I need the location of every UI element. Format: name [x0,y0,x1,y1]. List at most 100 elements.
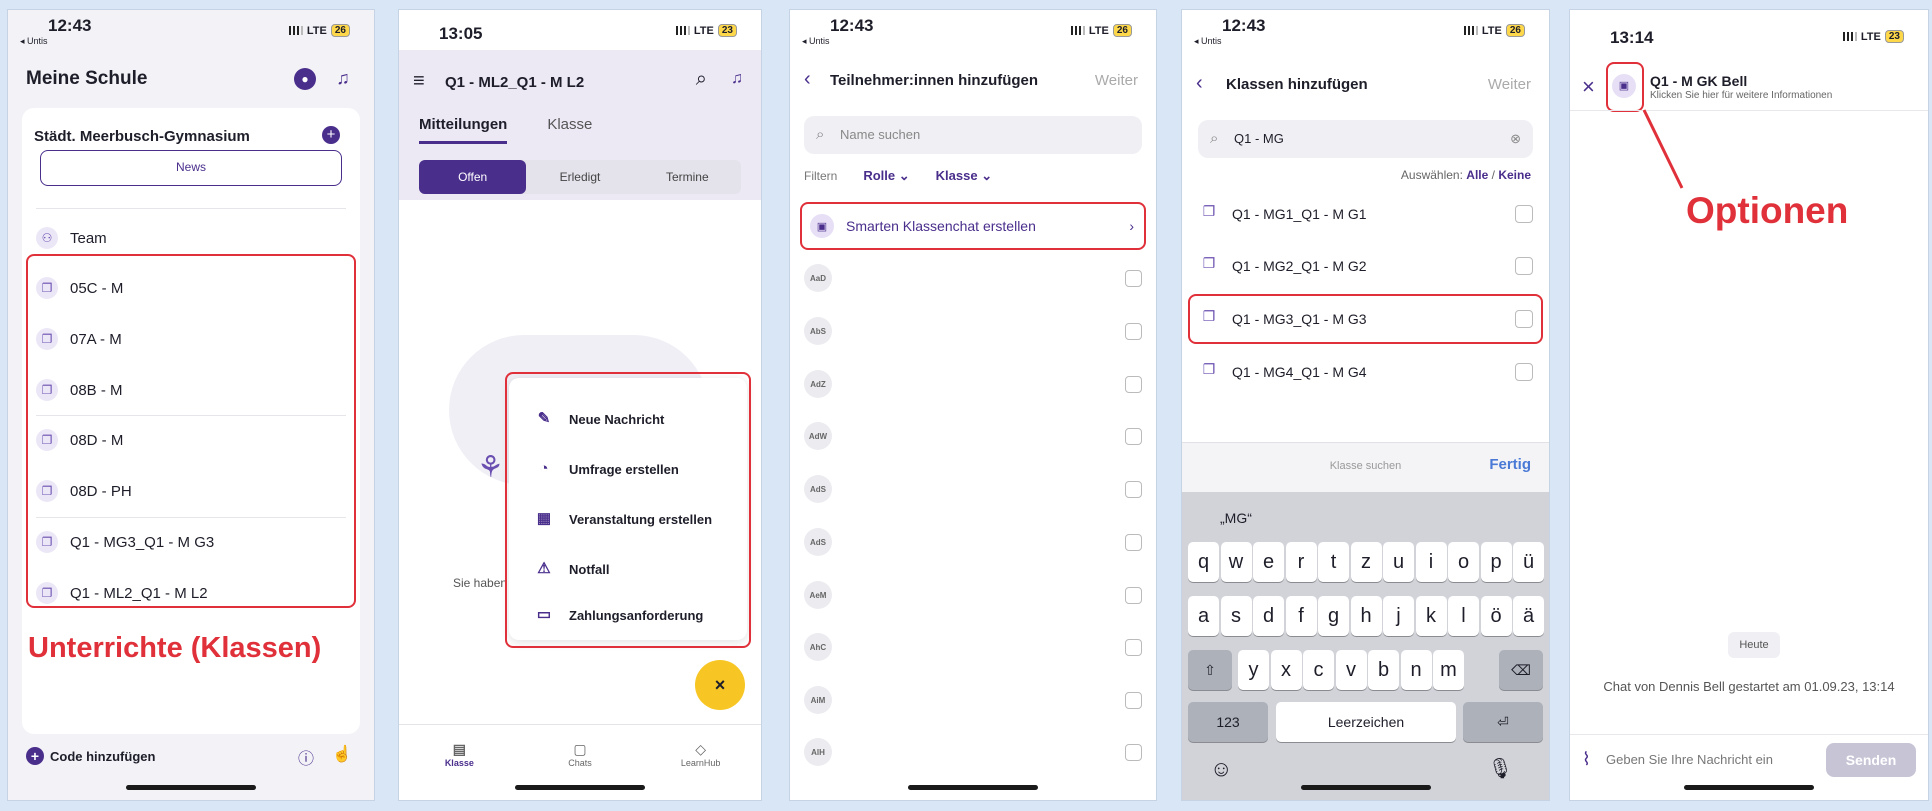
key-ö[interactable]: ö [1480,596,1512,636]
next-button[interactable]: Weiter [1488,76,1531,93]
participant-row[interactable]: AdW [804,412,1142,460]
search-input[interactable]: ⌕ Q1 - MG ⊗ [1198,120,1533,158]
checkbox[interactable] [1125,375,1142,393]
segment-termine[interactable]: Termine [634,160,741,194]
send-button[interactable]: Senden [1826,743,1916,777]
add-code-button[interactable]: + Code hinzufügen [26,747,155,765]
menu-icon[interactable]: ≡ [413,70,425,93]
class-row[interactable]: ❐ Q1 - MG2_Q1 - M G2 [1198,242,1533,290]
checkbox[interactable] [1125,480,1142,498]
key-d[interactable]: d [1253,596,1284,636]
back-chevron-icon[interactable]: ‹ [1196,72,1203,95]
key-b[interactable]: b [1368,650,1399,690]
microphone-icon[interactable]: 🎙 [1488,756,1513,781]
checkbox[interactable] [1515,257,1533,275]
profile-icon[interactable]: ● [294,68,316,90]
tab-mitteilungen[interactable]: Mitteilungen [419,116,508,144]
key-v[interactable]: v [1335,650,1367,690]
select-none-link[interactable]: Keine [1498,168,1531,182]
numbers-key[interactable]: 123 [1188,702,1268,742]
key-z[interactable]: z [1350,542,1382,582]
checkbox[interactable] [1125,743,1142,761]
participant-row[interactable]: AaD [804,254,1142,302]
class-row[interactable]: ❐ Q1 - MG4_Q1 - M G4 [1198,348,1533,396]
bell-icon[interactable]: ♫ [731,70,743,88]
checkbox[interactable] [1515,205,1533,223]
space-key[interactable]: Leerzeichen [1276,702,1456,742]
class-row[interactable]: ❐ Q1 - MG1_Q1 - M G1 [1198,190,1533,238]
checkbox[interactable] [1125,269,1142,287]
nav-klasse[interactable]: ▤ Klasse [399,725,520,774]
key-p[interactable]: p [1480,542,1512,582]
participant-row[interactable]: AeM [804,571,1142,619]
key-ä[interactable]: ä [1513,596,1544,636]
back-to-app-link[interactable]: ◂ Untis [1194,36,1222,47]
key-w[interactable]: w [1220,542,1252,582]
back-to-app-link[interactable]: ◂ Untis [20,36,48,47]
checkbox[interactable] [1515,363,1533,381]
close-fab-button[interactable]: × [695,660,745,710]
segment-erledigt[interactable]: Erledigt [526,160,633,194]
checkbox[interactable] [1125,586,1142,604]
segment-offen[interactable]: Offen [419,160,527,194]
participant-row[interactable]: AbS [804,307,1142,355]
key-n[interactable]: n [1400,650,1432,690]
key-t[interactable]: t [1318,542,1349,582]
back-to-app-link[interactable]: ◂ Untis [802,36,830,47]
key-k[interactable]: k [1415,596,1447,636]
thumbs-up-icon[interactable]: ☝ [332,744,352,764]
key-l[interactable]: l [1448,596,1479,636]
done-button[interactable]: Fertig [1489,456,1531,473]
key-i[interactable]: i [1415,542,1447,582]
news-button[interactable]: News [40,150,342,186]
tab-klasse[interactable]: Klasse [547,116,592,144]
message-input[interactable]: Geben Sie Ihre Nachricht ein [1606,752,1773,767]
key-m[interactable]: m [1433,650,1464,690]
shift-key[interactable]: ⇧ [1188,650,1232,690]
select-all-link[interactable]: Alle [1466,168,1488,182]
nav-learnhub[interactable]: ◇ LearnHub [640,725,761,774]
key-h[interactable]: h [1350,596,1382,636]
clear-icon[interactable]: ⊗ [1510,120,1521,158]
back-chevron-icon[interactable]: ‹ [804,68,811,91]
backspace-key[interactable]: ⌫ [1499,650,1543,690]
paperclip-icon[interactable]: ⌇ [1582,749,1591,770]
next-button[interactable]: Weiter [1095,72,1138,89]
return-key[interactable]: ⏎ [1463,702,1543,742]
key-s[interactable]: s [1220,596,1252,636]
participant-row[interactable]: AiM [804,676,1142,724]
key-j[interactable]: j [1383,596,1414,636]
key-r[interactable]: r [1285,542,1317,582]
checkbox[interactable] [1125,691,1142,709]
key-q[interactable]: q [1188,542,1219,582]
checkbox[interactable] [1125,638,1142,656]
key-u[interactable]: u [1383,542,1414,582]
bell-icon[interactable]: ♫ [332,68,354,90]
key-f[interactable]: f [1285,596,1317,636]
search-input[interactable]: ⌕ Name suchen [804,116,1142,154]
participant-row[interactable]: AdS [804,465,1142,513]
participant-row[interactable]: AdZ [804,360,1142,408]
key-x[interactable]: x [1270,650,1302,690]
participant-row[interactable]: AhC [804,623,1142,671]
keyboard-suggestion[interactable]: „MG“ [1220,510,1252,526]
checkbox[interactable] [1125,427,1142,445]
filter-role-dropdown[interactable]: Rolle ⌄ [863,168,909,184]
add-class-button[interactable]: + [322,126,340,144]
key-o[interactable]: o [1448,542,1479,582]
key-y[interactable]: y [1238,650,1269,690]
key-ü[interactable]: ü [1513,542,1544,582]
nav-chats[interactable]: ▢ Chats [520,725,641,774]
key-e[interactable]: e [1253,542,1284,582]
checkbox[interactable] [1125,533,1142,551]
checkbox[interactable] [1125,322,1142,340]
filter-class-dropdown[interactable]: Klasse ⌄ [936,168,992,184]
search-icon[interactable]: ⌕ [696,68,707,91]
key-a[interactable]: a [1188,596,1219,636]
participant-row[interactable]: AdS [804,518,1142,566]
emoji-icon[interactable]: ☺ [1210,756,1232,782]
key-c[interactable]: c [1303,650,1334,690]
key-g[interactable]: g [1318,596,1349,636]
participant-row[interactable]: AlH [804,728,1142,776]
help-icon[interactable]: ⓘ [298,745,314,769]
